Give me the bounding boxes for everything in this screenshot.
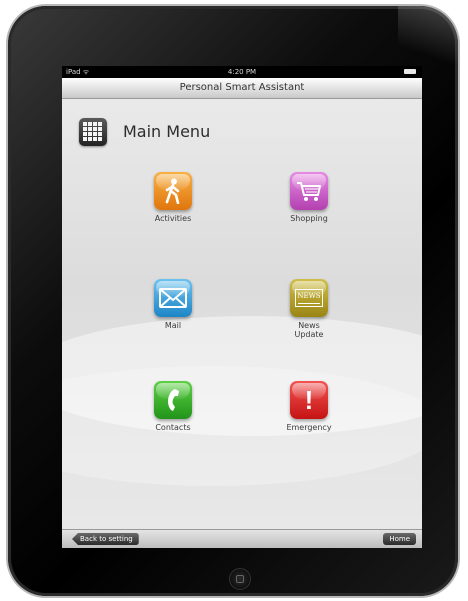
newspaper-icon-text: NEWS [297, 292, 321, 300]
app-screen: iPad ᯤ 4:20 PM Personal Smart Assistant … [62, 66, 422, 548]
back-to-setting-button[interactable]: Back to setting [72, 533, 139, 545]
menu-item-news-update[interactable]: NEWS News Update [279, 279, 339, 339]
menu-item-label: Emergency [286, 423, 332, 432]
status-bar: iPad ᯤ 4:20 PM [62, 66, 422, 78]
menu-item-activities[interactable]: Activities [143, 172, 203, 223]
menu-item-emergency[interactable]: ! Emergency [279, 381, 339, 432]
exclamation-icon: ! [290, 381, 328, 419]
phone-icon [154, 381, 192, 419]
menu-item-label: Activities [154, 214, 192, 223]
grid-icon [79, 118, 107, 146]
newspaper-icon: NEWS [290, 279, 328, 317]
envelope-icon [154, 279, 192, 317]
menu-item-mail[interactable]: Mail [143, 279, 203, 330]
menu-item-contacts[interactable]: Contacts [143, 381, 203, 432]
menu-item-shopping[interactable]: Shopping [279, 172, 339, 223]
status-time: 4:20 PM [227, 68, 257, 76]
menu-item-label: News Update [294, 321, 324, 339]
exclamation-icon-text: ! [304, 384, 314, 415]
walking-person-icon [154, 172, 192, 210]
page-title: Main Menu [123, 122, 211, 141]
battery-icon [404, 69, 416, 74]
background-wave [62, 366, 422, 486]
home-button[interactable]: Home [383, 533, 416, 545]
app-title: Personal Smart Assistant [179, 82, 305, 93]
menu-item-label: Mail [164, 321, 182, 330]
menu-item-label: Contacts [155, 423, 191, 432]
app-title-bar: Personal Smart Assistant [62, 78, 422, 99]
shopping-cart-icon [290, 172, 328, 210]
menu-item-label: Shopping [290, 214, 328, 223]
device-home-button[interactable] [229, 568, 251, 590]
bottom-toolbar: Back to setting Home [62, 529, 422, 548]
